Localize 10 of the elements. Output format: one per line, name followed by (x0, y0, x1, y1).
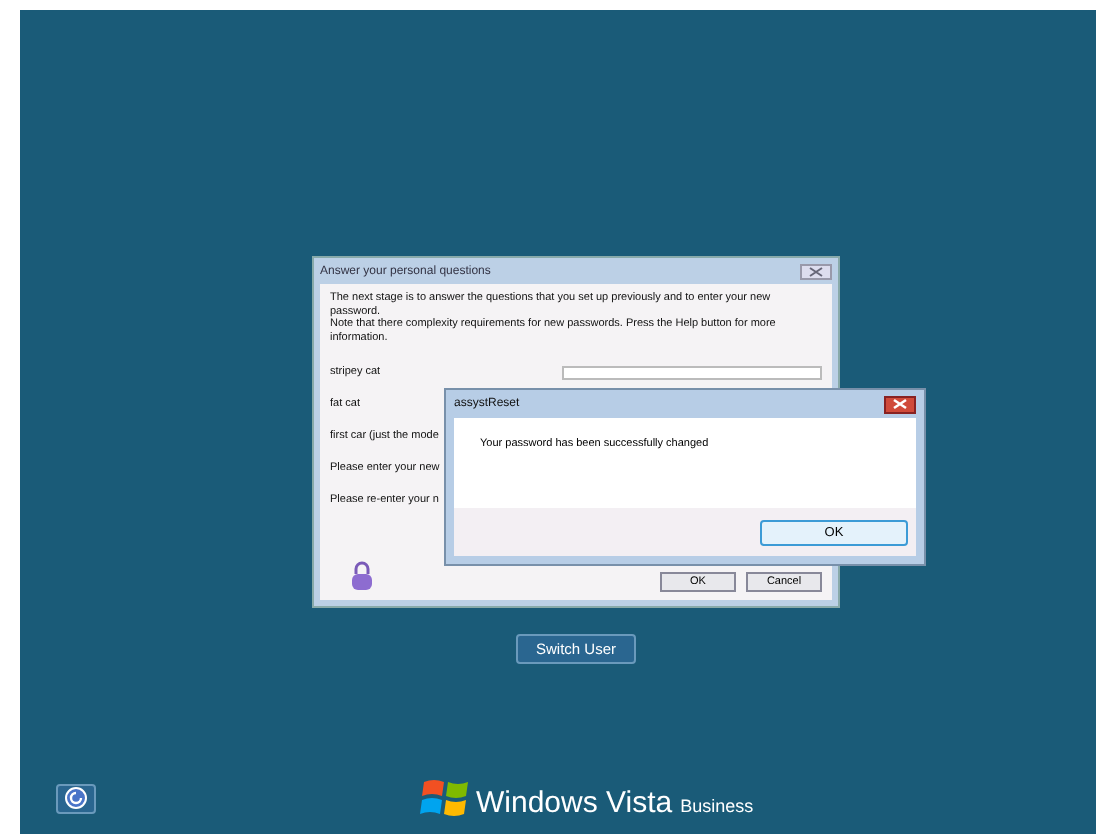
close-icon (808, 265, 824, 277)
close-button[interactable] (800, 263, 832, 279)
edition-name: Business (680, 794, 754, 820)
product-name: Windows Vista (476, 786, 673, 820)
answer-field[interactable] (562, 365, 822, 379)
close-icon (892, 398, 908, 410)
windows-flag-icon (420, 776, 472, 820)
close-button[interactable] (884, 395, 916, 413)
padlock-icon (350, 560, 374, 592)
ease-of-access-button[interactable] (56, 783, 96, 813)
